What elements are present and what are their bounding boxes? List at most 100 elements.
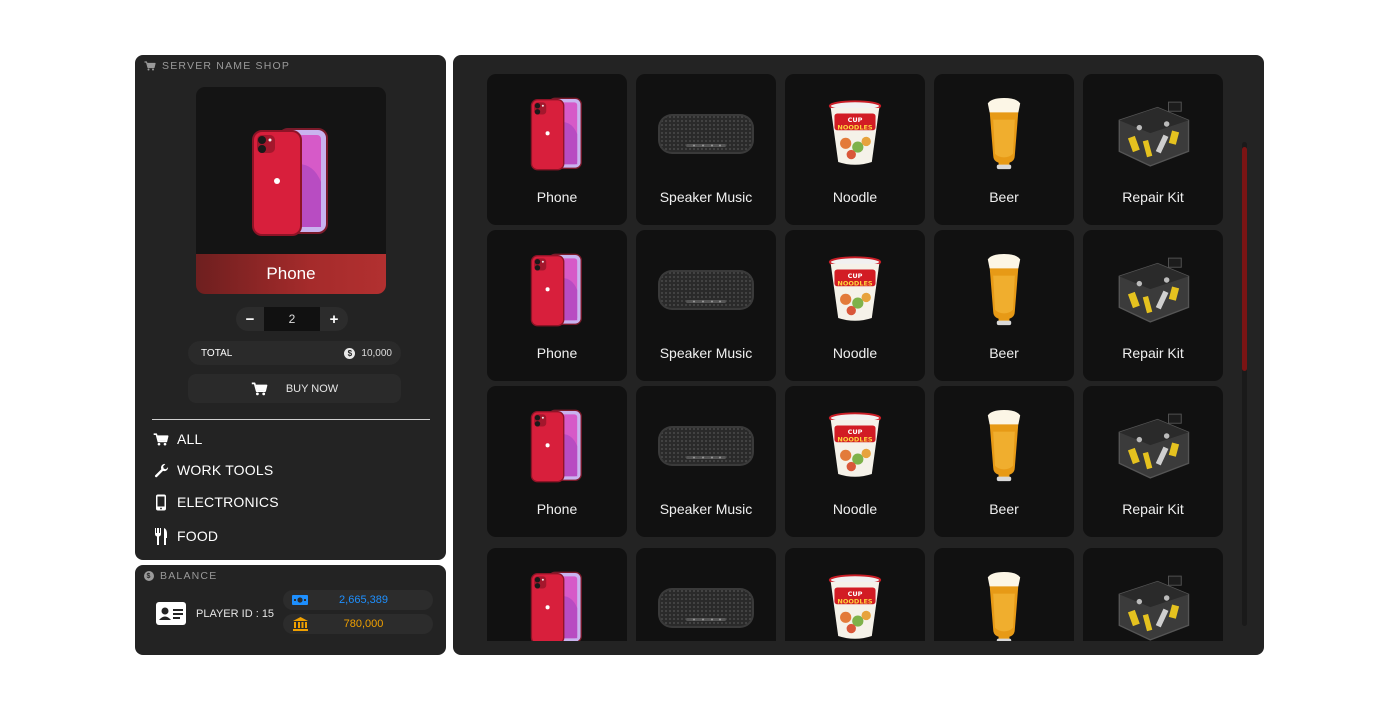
product-card[interactable]: Speaker Music	[636, 548, 776, 641]
buy-now-button[interactable]: BUY NOW	[188, 374, 401, 403]
product-name: Noodle	[832, 501, 878, 517]
product-thumbnail	[487, 250, 627, 330]
product-card[interactable]: Beer	[934, 230, 1074, 381]
product-grid-panel: Phone Speaker Music Noodle Beer Repair Kit Ph…	[453, 55, 1264, 655]
product-name: Beer	[989, 189, 1019, 205]
product-card[interactable]: Repair Kit	[1083, 230, 1223, 381]
phone-image	[530, 97, 584, 171]
phone-image	[530, 571, 584, 641]
product-name: Repair Kit	[1122, 501, 1184, 517]
increase-quantity-button[interactable]: +	[320, 307, 348, 331]
quantity-value[interactable]: 2	[264, 307, 320, 331]
product-card[interactable]: Speaker Music	[636, 230, 776, 381]
noodle-image	[827, 100, 883, 168]
bank-icon	[292, 617, 308, 631]
repair-kit-image	[1112, 255, 1194, 325]
product-card[interactable]: Beer	[934, 548, 1074, 641]
scrollbar-thumb[interactable]	[1242, 147, 1247, 371]
product-preview: Phone	[196, 87, 386, 294]
product-card[interactable]: Repair Kit	[1083, 386, 1223, 537]
dollar-icon: $	[344, 347, 356, 359]
beer-image	[986, 95, 1022, 173]
balance-title: BALANCE	[160, 570, 218, 582]
product-card[interactable]: Noodle	[785, 74, 925, 225]
product-thumbnail	[1083, 568, 1223, 641]
category-all[interactable]: ALL	[153, 431, 203, 447]
product-card[interactable]: Noodle	[785, 548, 925, 641]
product-thumbnail	[785, 406, 925, 486]
product-thumbnail	[1083, 250, 1223, 330]
total-amount: 10,000	[361, 347, 392, 359]
cash-balance: 2,665,389	[283, 590, 433, 610]
noodle-image	[827, 256, 883, 324]
product-thumbnail	[785, 568, 925, 641]
product-card[interactable]: Phone	[487, 230, 627, 381]
category-electronics[interactable]: ELECTRONICS	[153, 494, 279, 510]
product-name: Repair Kit	[1122, 345, 1184, 361]
id-card-icon	[156, 602, 186, 625]
product-card[interactable]: Noodle	[785, 386, 925, 537]
mobile-icon	[153, 494, 169, 510]
total-label: TOTAL	[201, 347, 233, 359]
bank-balance: 780,000	[283, 614, 433, 634]
total-row: TOTAL $ 10,000	[188, 341, 401, 365]
beer-image	[986, 569, 1022, 641]
product-thumbnail	[785, 94, 925, 174]
total-amount-group: $ 10,000	[344, 347, 392, 359]
category-food[interactable]: FOOD	[153, 527, 218, 545]
product-card[interactable]: Repair Kit	[1083, 74, 1223, 225]
product-thumbnail	[636, 94, 776, 174]
buy-now-label: BUY NOW	[285, 382, 339, 395]
repair-kit-image	[1112, 99, 1194, 169]
product-name: Phone	[536, 189, 578, 205]
speaker-image	[656, 267, 756, 313]
product-name: Noodle	[832, 189, 878, 205]
phone-image	[530, 409, 584, 483]
balance-panel: $ BALANCE PLAYER ID : 15 2,665,389 780,0…	[135, 565, 446, 655]
repair-kit-image	[1112, 573, 1194, 641]
repair-kit-image	[1112, 411, 1194, 481]
scrollbar-track[interactable]	[1242, 142, 1247, 626]
balance-header: $ BALANCE	[144, 570, 217, 582]
cart-icon	[153, 431, 169, 447]
product-card[interactable]: Repair Kit	[1083, 548, 1223, 641]
utensils-icon	[153, 527, 169, 545]
product-card[interactable]: Phone	[487, 386, 627, 537]
product-thumbnail	[487, 94, 627, 174]
speaker-image	[656, 585, 756, 631]
product-name: Phone	[536, 501, 578, 517]
product-card[interactable]: Noodle	[785, 230, 925, 381]
preview-product-name: Phone	[196, 254, 386, 294]
product-name: Noodle	[832, 345, 878, 361]
product-thumbnail	[1083, 94, 1223, 174]
category-label: ALL	[177, 431, 203, 447]
category-work-tools[interactable]: WORK TOOLS	[153, 462, 273, 478]
product-card[interactable]: Beer	[934, 74, 1074, 225]
wrench-icon	[153, 462, 169, 478]
product-thumbnail	[785, 250, 925, 330]
shop-title: SERVER NAME SHOP	[162, 60, 291, 72]
product-card[interactable]: Phone	[487, 548, 627, 641]
product-card[interactable]: Beer	[934, 386, 1074, 537]
category-label: ELECTRONICS	[177, 494, 279, 510]
product-name: Repair Kit	[1122, 189, 1184, 205]
cash-icon	[292, 595, 308, 605]
product-thumbnail	[636, 250, 776, 330]
bank-amount: 780,000	[343, 618, 384, 630]
quantity-stepper: − 2 +	[236, 307, 348, 331]
product-name: Beer	[989, 501, 1019, 517]
beer-image	[986, 407, 1022, 485]
product-grid: Phone Speaker Music Noodle Beer Repair Kit Ph…	[487, 73, 1232, 641]
decrease-quantity-button[interactable]: −	[236, 307, 264, 331]
product-card[interactable]: Speaker Music	[636, 386, 776, 537]
product-name: Speaker Music	[659, 189, 753, 205]
cash-amount: 2,665,389	[339, 594, 388, 606]
shop-panel: SERVER NAME SHOP Phone − 2 + TOTAL $ 10,…	[135, 55, 446, 560]
cart-icon	[251, 382, 268, 396]
product-card[interactable]: Phone	[487, 74, 627, 225]
product-name: Speaker Music	[659, 345, 753, 361]
product-thumbnail	[934, 406, 1074, 486]
product-card[interactable]: Speaker Music	[636, 74, 776, 225]
noodle-image	[827, 412, 883, 480]
product-name: Beer	[989, 345, 1019, 361]
